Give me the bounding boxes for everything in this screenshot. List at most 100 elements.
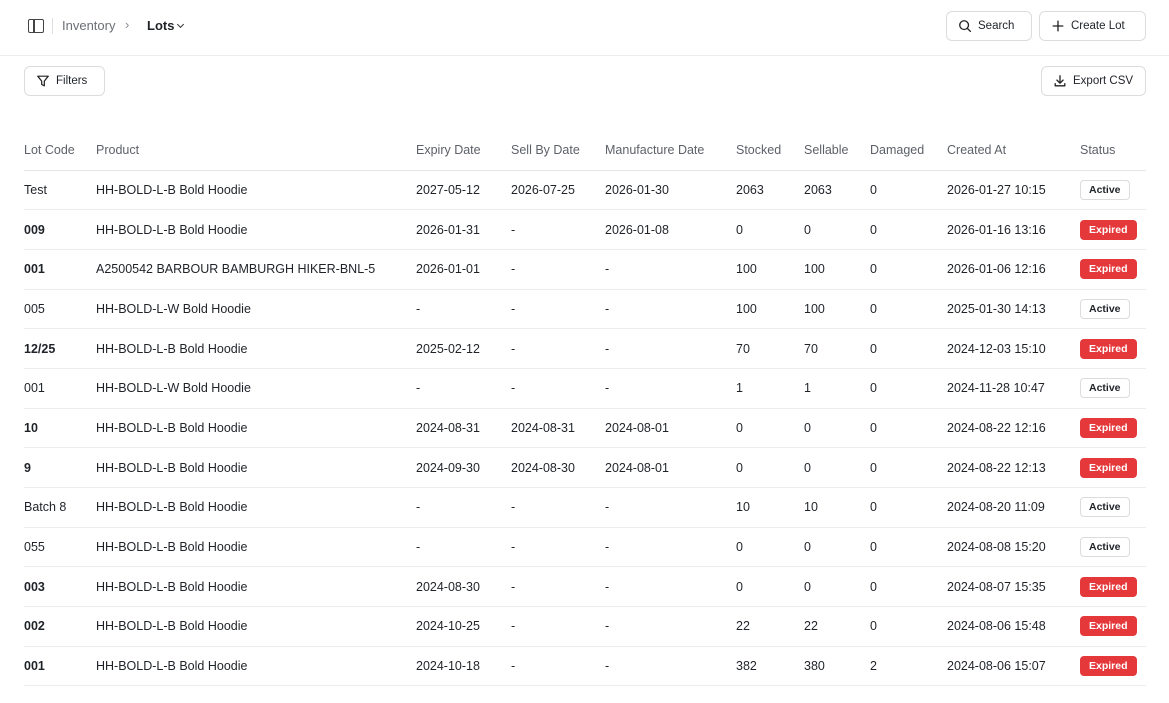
cell-status: Expired xyxy=(1080,606,1146,647)
cell-created-at: 2024-08-06 15:07 xyxy=(947,646,1080,687)
table-row[interactable]: 005 HH-BOLD-L-W Bold Hoodie - - -100 100 0 2025… xyxy=(24,289,1146,330)
table-row[interactable]: 003 HH-BOLD-L-B Bold Hoodie 2024-08-30- -0 0… xyxy=(24,566,1146,608)
create-lot-button[interactable]: Create Lot xyxy=(1039,11,1146,41)
table-row[interactable]: 10 HH-BOLD-L-B Bold Hoodie 2024-08-31 2024-… xyxy=(24,408,1146,449)
cell-product: HH-BOLD-L-W Bold Hoodie xyxy=(96,289,416,330)
cell-damaged: 0 xyxy=(870,408,947,449)
cell-lot-code: Test xyxy=(24,170,96,211)
cell-status: Expired xyxy=(1080,566,1146,608)
table-row[interactable]: 001 HH-BOLD-L-W Bold Hoodie - - -1 1 0 2024-11-… xyxy=(24,368,1146,409)
table-row[interactable]: 001 HH-BOLD-L-B Bold Hoodie 2024-10-18- -38… xyxy=(24,646,1146,687)
status-badge: Expired xyxy=(1080,338,1137,359)
cell-lot-code: 009 xyxy=(24,209,96,250)
cell-stocked: 0 xyxy=(736,527,804,568)
cell-created-at: 2024-08-22 12:13 xyxy=(947,447,1080,488)
column-header-status: Status xyxy=(1080,131,1146,171)
cell-sell-by-date: - xyxy=(511,249,605,290)
filter-icon xyxy=(37,75,49,87)
cell-stocked: 0 xyxy=(736,209,804,250)
sidebar-toggle-icon[interactable] xyxy=(28,19,44,33)
status-badge: Expired xyxy=(1080,616,1137,637)
cell-lot-code: 12/25 xyxy=(24,328,96,369)
export-csv-button-label: Export CSV xyxy=(1073,75,1134,87)
cell-lot-code: 005 xyxy=(24,289,96,330)
table-row[interactable]: Test HH-BOLD-L-B Bold Hoodie 2027-05-12 202… xyxy=(24,170,1146,211)
status-badge: Expired xyxy=(1080,219,1137,240)
table-row[interactable]: 001 A2500542 BARBOUR BAMBURGH HIKER-BNL-5… xyxy=(24,249,1146,290)
cell-created-at: 2024-08-07 15:35 xyxy=(947,566,1080,608)
cell-product: HH-BOLD-L-W Bold Hoodie xyxy=(96,368,416,409)
cell-lot-code: 001 xyxy=(24,646,96,687)
cell-damaged: 0 xyxy=(870,566,947,608)
column-header-expiry-date: Expiry Date xyxy=(416,131,511,171)
cell-product: HH-BOLD-L-B Bold Hoodie xyxy=(96,209,416,250)
status-badge: Active xyxy=(1080,497,1130,518)
cell-damaged: 0 xyxy=(870,487,947,528)
cell-expiry-date: 2024-10-25 xyxy=(416,606,511,647)
cell-lot-code: Batch 8 xyxy=(24,487,96,528)
cell-expiry-date: 2026-01-31 xyxy=(416,209,511,250)
cell-sellable: 0 xyxy=(804,447,870,488)
breadcrumb-lots[interactable]: Lots xyxy=(147,18,185,33)
cell-manufacture-date: - xyxy=(605,566,736,608)
column-header-sellable: Sellable xyxy=(804,131,870,171)
cell-manufacture-date: - xyxy=(605,328,736,369)
cell-expiry-date: 2026-01-01 xyxy=(416,249,511,290)
cell-sell-by-date: - xyxy=(511,527,605,568)
table-body: Test HH-BOLD-L-B Bold Hoodie 2027-05-12 202… xyxy=(24,170,1146,687)
cell-manufacture-date: - xyxy=(605,606,736,647)
table-row[interactable]: 12/25 HH-BOLD-L-B Bold Hoodie 2025-02-12- -… xyxy=(24,328,1146,369)
table-row[interactable]: Batch 8 HH-BOLD-L-B Bold Hoodie - - -10 10 0 20… xyxy=(24,487,1146,528)
cell-created-at: 2025-01-30 14:13 xyxy=(947,289,1080,330)
cell-status: Active xyxy=(1080,170,1146,211)
cell-expiry-date: - xyxy=(416,368,511,409)
cell-damaged: 0 xyxy=(870,209,947,250)
cell-created-at: 2024-08-08 15:20 xyxy=(947,527,1080,568)
lots-table: Lot Code Product Expiry Date Sell By Date Ma… xyxy=(24,131,1146,687)
cell-status: Active xyxy=(1080,289,1146,330)
cell-damaged: 0 xyxy=(870,527,947,568)
search-button[interactable]: Search xyxy=(946,11,1032,41)
export-csv-button[interactable]: Export CSV xyxy=(1041,66,1146,96)
status-badge: Expired xyxy=(1080,656,1137,677)
cell-expiry-date: - xyxy=(416,289,511,330)
cell-expiry-date: 2027-05-12 xyxy=(416,170,511,211)
cell-lot-code: 001 xyxy=(24,368,96,409)
column-header-stocked: Stocked xyxy=(736,131,804,171)
cell-sellable: 100 xyxy=(804,289,870,330)
cell-sell-by-date: 2024-08-31 xyxy=(511,408,605,449)
cell-damaged: 0 xyxy=(870,289,947,330)
top-bar: Inventory › Lots Search Create Lot xyxy=(0,0,1169,56)
cell-lot-code: 10 xyxy=(24,408,96,449)
cell-expiry-date: 2024-08-30 xyxy=(416,566,511,608)
cell-sellable: 22 xyxy=(804,606,870,647)
cell-sellable: 100 xyxy=(804,249,870,290)
filters-button[interactable]: Filters xyxy=(24,66,105,96)
cell-created-at: 2026-01-06 12:16 xyxy=(947,249,1080,290)
cell-sell-by-date: - xyxy=(511,606,605,647)
cell-manufacture-date: - xyxy=(605,646,736,687)
cell-stocked: 10 xyxy=(736,487,804,528)
cell-sellable: 0 xyxy=(804,408,870,449)
cell-sellable: 1 xyxy=(804,368,870,409)
cell-status: Expired xyxy=(1080,646,1146,687)
table-row[interactable]: 002 HH-BOLD-L-B Bold Hoodie 2024-10-25- -22… xyxy=(24,606,1146,647)
cell-sell-by-date: - xyxy=(511,487,605,528)
cell-manufacture-date: 2024-08-01 xyxy=(605,408,736,449)
cell-product: A2500542 BARBOUR BAMBURGH HIKER-BNL-5 xyxy=(96,249,416,290)
cell-created-at: 2024-08-22 12:16 xyxy=(947,408,1080,449)
cell-product: HH-BOLD-L-B Bold Hoodie xyxy=(96,170,416,211)
search-button-label: Search xyxy=(978,20,1015,32)
cell-expiry-date: - xyxy=(416,527,511,568)
breadcrumb-inventory[interactable]: Inventory xyxy=(62,18,115,33)
divider xyxy=(52,18,53,34)
table-row[interactable]: 009 HH-BOLD-L-B Bold Hoodie 2026-01-31-202… xyxy=(24,209,1146,250)
cell-sell-by-date: - xyxy=(511,646,605,687)
table-header-row: Lot Code Product Expiry Date Sell By Date Ma… xyxy=(24,131,1146,171)
cell-stocked: 70 xyxy=(736,328,804,369)
column-header-manufacture-date: Manufacture Date xyxy=(605,131,736,171)
table-row[interactable]: 055 HH-BOLD-L-B Bold Hoodie - - -0 0 0 2024-08-… xyxy=(24,527,1146,568)
cell-sell-by-date: - xyxy=(511,209,605,250)
table-row[interactable]: 9 HH-BOLD-L-B Bold Hoodie 2024-09-30 2024-0… xyxy=(24,447,1146,488)
cell-sellable: 0 xyxy=(804,209,870,250)
